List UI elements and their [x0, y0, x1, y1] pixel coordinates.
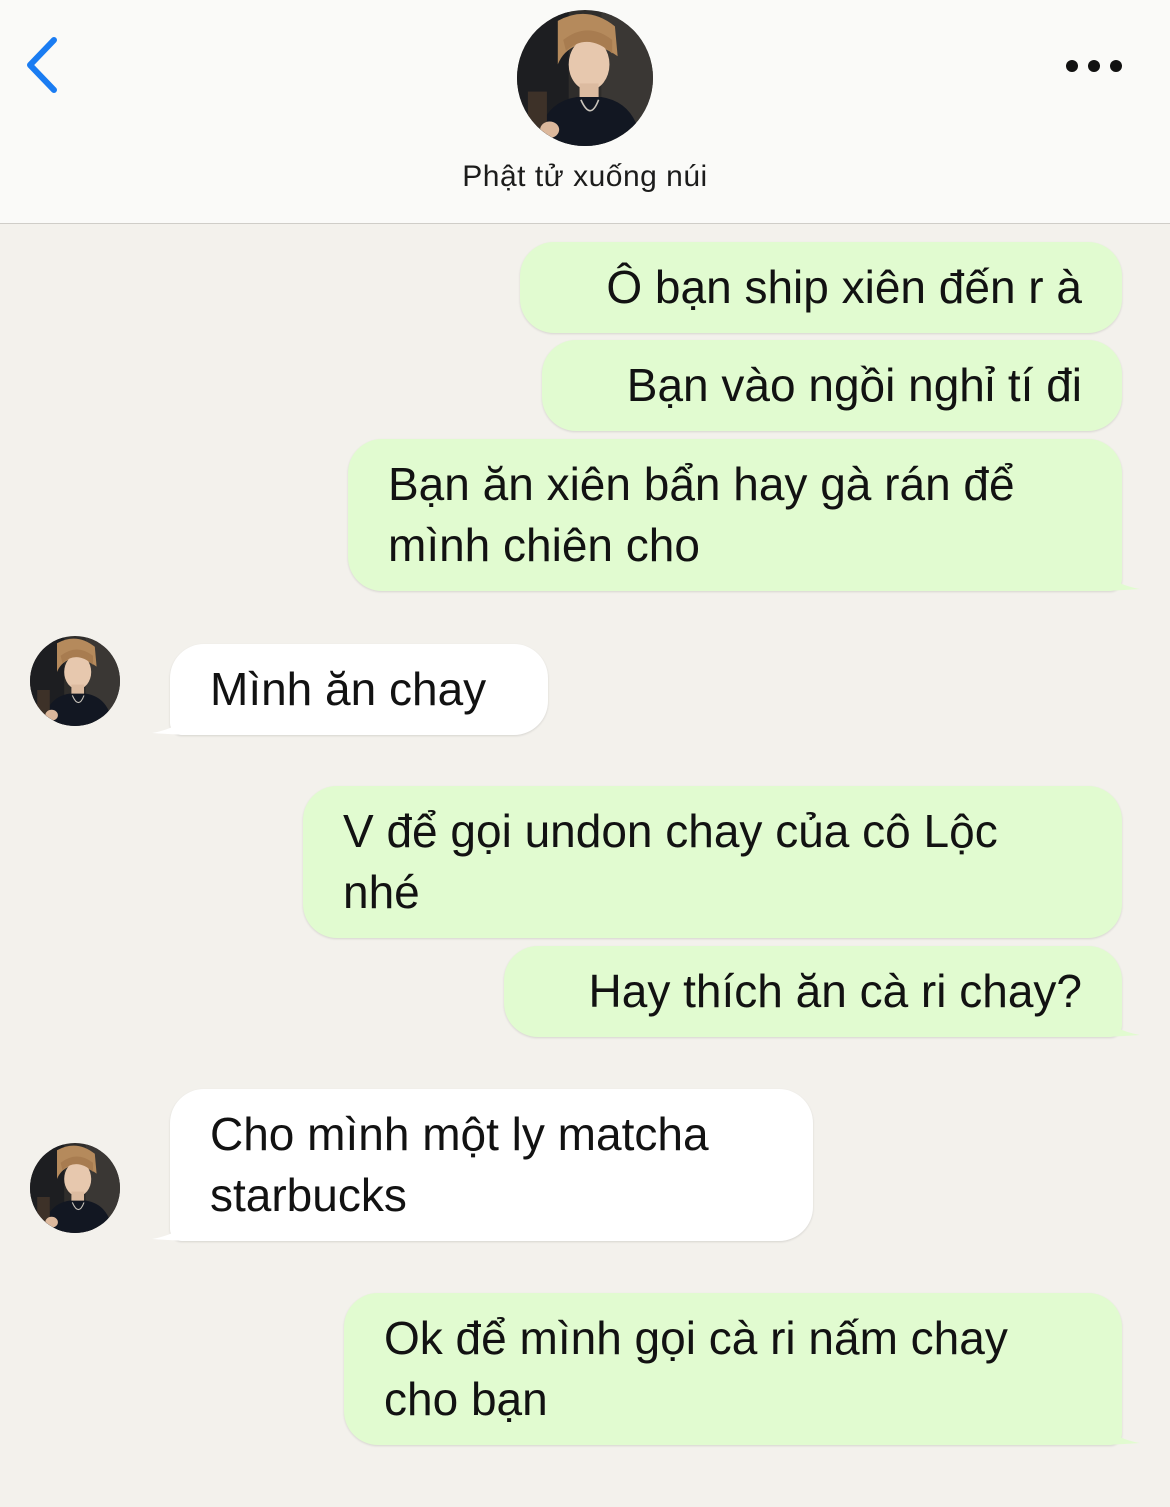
incoming-message[interactable]: Mình ăn chay	[170, 644, 548, 735]
message-text: Bạn vào ngồi nghỉ tí đi	[626, 359, 1082, 411]
incoming-message[interactable]: Cho mình một ly matcha starbucks	[170, 1089, 813, 1241]
message-text: Cho mình một ly matcha starbucks	[210, 1108, 709, 1221]
message-text: Bạn ăn xiên bẩn hay gà rán để mình chiên…	[388, 458, 1015, 571]
message-text: V để gọi undon chay của cô Lộc nhé	[343, 805, 998, 918]
bubble-tail	[1098, 1007, 1140, 1037]
outgoing-message[interactable]: Bạn ăn xiên bẩn hay gà rán để mình chiên…	[348, 439, 1122, 591]
contact-avatar-small[interactable]	[30, 636, 120, 726]
message-text: Mình ăn chay	[210, 663, 487, 715]
ellipsis-icon[interactable]	[1064, 56, 1124, 76]
chat-header: Phật tử xuống núi	[0, 0, 1170, 224]
contact-avatar[interactable]	[517, 10, 653, 146]
bubble-tail	[1098, 1415, 1140, 1445]
bubble-tail	[152, 1211, 194, 1241]
chevron-left-icon[interactable]	[22, 34, 62, 96]
message-text: Ô bạn ship xiên đến r à	[606, 261, 1082, 313]
outgoing-message[interactable]: V để gọi undon chay của cô Lộc nhé	[303, 786, 1122, 938]
message-text: Ok để mình gọi cà ri nấm chay cho bạn	[384, 1312, 1008, 1425]
bubble-tail	[1098, 561, 1140, 591]
outgoing-message[interactable]: Ô bạn ship xiên đến r à	[520, 242, 1122, 333]
contact-avatar-small[interactable]	[30, 1143, 120, 1233]
outgoing-message[interactable]: Ok để mình gọi cà ri nấm chay cho bạn	[344, 1293, 1122, 1445]
contact-name[interactable]: Phật tử xuống núi	[0, 160, 1170, 194]
bubble-tail	[152, 705, 194, 735]
message-text: Hay thích ăn cà ri chay?	[588, 965, 1082, 1017]
outgoing-message[interactable]: Hay thích ăn cà ri chay?	[504, 946, 1122, 1037]
outgoing-message[interactable]: Bạn vào ngồi nghỉ tí đi	[542, 340, 1122, 431]
